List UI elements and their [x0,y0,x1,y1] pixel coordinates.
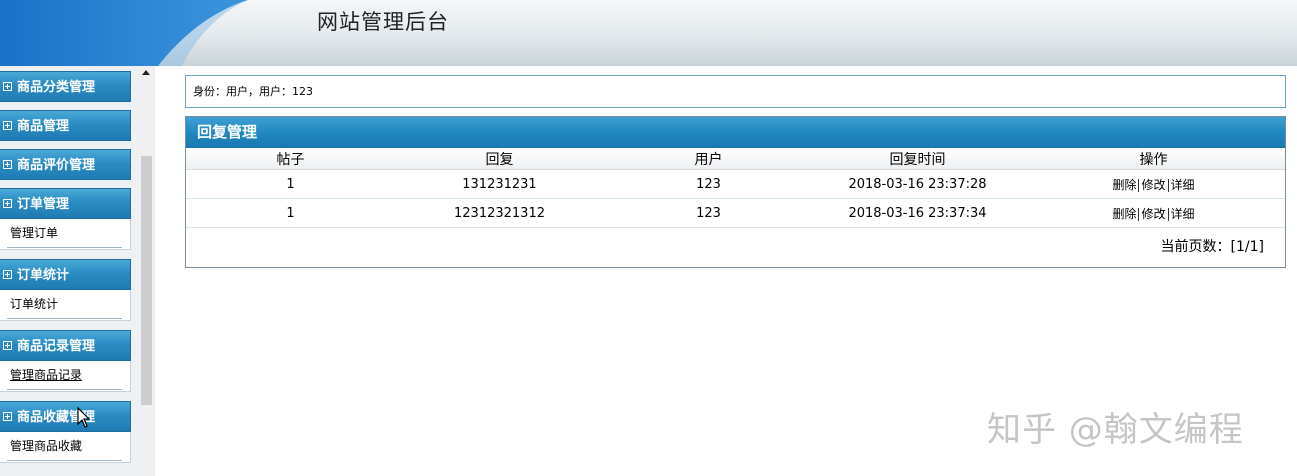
scrollbar-thumb[interactable] [141,156,152,405]
detail-link[interactable]: 详细 [1171,207,1195,221]
cell-reply: 131231231 [395,169,604,199]
cell-time: 2018-03-16 23:37:34 [813,198,1022,228]
menu-group-order-stats: 订单统计 订单统计 [0,259,131,321]
header-swoosh-graphic [0,0,248,66]
menu-head-label: 商品管理 [17,119,70,134]
edit-link[interactable]: 修改 [1141,207,1165,221]
column-header-reply: 回复 [395,148,604,170]
reply-management-panel: 回复管理 帖子 回复 用户 回复时间 操作 1 131231231 123 20… [185,116,1286,268]
table-row: 1 12312321312 123 2018-03-16 23:37:34 删除… [186,198,1285,228]
menu-head-favorites[interactable]: 商品收藏管理 [0,401,131,432]
cell-post: 1 [186,198,395,228]
menu-head-review[interactable]: 商品评价管理 [0,149,131,180]
expand-plus-icon [3,82,12,91]
divider [1138,178,1140,192]
divider [1167,178,1169,192]
menu-head-order-stats[interactable]: 订单统计 [0,259,131,290]
menu-head-label: 商品评价管理 [17,158,96,173]
delete-link[interactable]: 删除 [1112,207,1136,221]
menu-head-label: 订单管理 [17,197,70,212]
column-header-user: 用户 [604,148,813,170]
menu-head-label: 商品分类管理 [17,80,96,95]
cell-user: 123 [604,198,813,228]
menu-head-goods[interactable]: 商品管理 [0,110,131,141]
sidebar-scrollbar[interactable] [138,66,155,476]
menu-group-order: 订单管理 管理订单 [0,188,131,250]
expand-plus-icon [3,160,12,169]
detail-link[interactable]: 详细 [1171,178,1195,192]
scroll-up-arrow-icon[interactable] [142,70,150,75]
reply-table: 帖子 回复 用户 回复时间 操作 1 131231231 123 2018-03… [186,148,1285,228]
menu-head-category[interactable]: 商品分类管理 [0,71,131,102]
menu-head-label: 订单统计 [17,268,70,283]
menu-sub-goods-record: 管理商品记录 [0,361,131,392]
header-banner: 网站管理后台 [0,0,1297,66]
table-header-row: 帖子 回复 用户 回复时间 操作 [186,148,1285,170]
expand-plus-icon [3,412,12,421]
menu-group-review: 商品评价管理 [0,149,131,180]
menu-group-favorites: 商品收藏管理 管理商品收藏 [0,401,131,463]
menu-head-label: 商品记录管理 [17,339,96,354]
sidebar-link-manage-goods-record[interactable]: 管理商品记录 [7,361,122,390]
menu-group-goods-record: 商品记录管理 管理商品记录 [0,330,131,392]
sidebar-link-manage-orders[interactable]: 管理订单 [7,219,122,248]
cell-time: 2018-03-16 23:37:28 [813,169,1022,199]
cell-post: 1 [186,169,395,199]
sidebar-link-manage-favorites[interactable]: 管理商品收藏 [7,432,122,461]
site-title: 网站管理后台 [317,10,449,34]
divider [1138,207,1140,221]
sidebar-link-order-stats[interactable]: 订单统计 [7,290,122,319]
identity-info: 身份：用户，用户：123 [185,75,1286,108]
column-header-actions: 操作 [1022,148,1285,170]
menu-sub-order-stats: 订单统计 [0,290,131,321]
table-row: 1 131231231 123 2018-03-16 23:37:28 删除 修改… [186,169,1285,199]
menu-group-goods: 商品管理 [0,110,131,141]
expand-plus-icon [3,341,12,350]
edit-link[interactable]: 修改 [1141,178,1165,192]
cell-user: 123 [604,169,813,199]
column-header-post: 帖子 [186,148,395,170]
menu-sub-favorites: 管理商品收藏 [0,432,131,463]
cell-actions: 删除 修改 详细 [1022,169,1285,199]
expand-plus-icon [3,270,12,279]
menu-head-order[interactable]: 订单管理 [0,188,131,219]
menu-group-category: 商品分类管理 [0,71,131,102]
zhihu-watermark: 知乎 @翰文编程 [987,410,1244,450]
cell-reply: 12312321312 [395,198,604,228]
expand-plus-icon [3,121,12,130]
expand-plus-icon [3,199,12,208]
menu-head-goods-record[interactable]: 商品记录管理 [0,330,131,361]
divider [1167,207,1169,221]
delete-link[interactable]: 删除 [1112,178,1136,192]
page-indicator: 当前页数：[1/1] [1160,239,1264,255]
column-header-time: 回复时间 [813,148,1022,170]
panel-title: 回复管理 [186,117,1285,148]
mouse-pointer-icon [77,407,91,428]
menu-sub-order: 管理订单 [0,219,131,250]
cell-actions: 删除 修改 详细 [1022,198,1285,228]
